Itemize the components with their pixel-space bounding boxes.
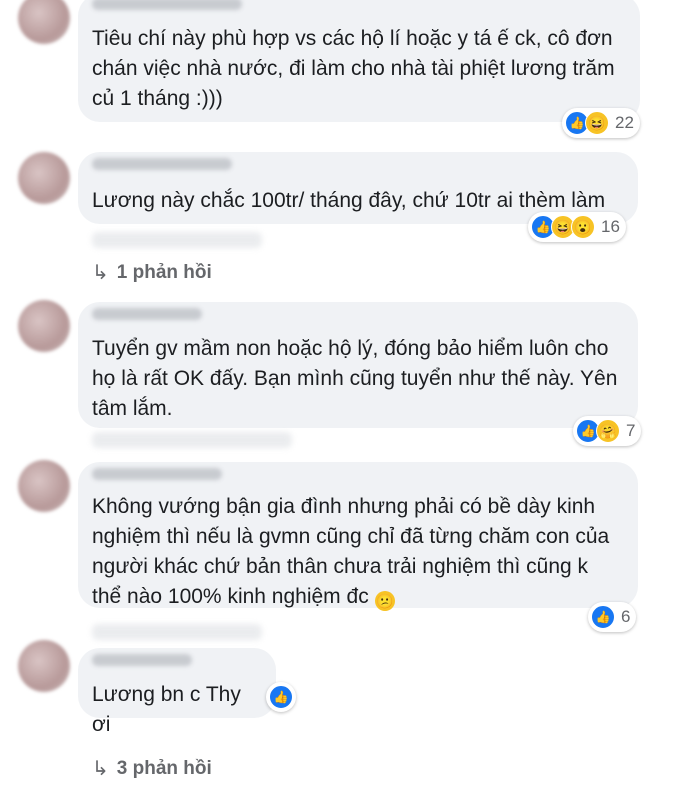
author-name[interactable] [92,158,232,170]
author-name[interactable] [92,654,192,666]
comment-actions[interactable] [92,432,292,448]
reaction-summary[interactable]: 👍 6 [588,602,637,632]
comment-bubble: Tuyển gv mầm non hoặc hộ lý, đóng bảo hi… [78,302,638,428]
haha-icon: 😆 [585,111,609,135]
comment-text: Tuyển gv mầm non hoặc hộ lý, đóng bảo hi… [92,337,618,420]
like-icon: 👍 [269,685,293,709]
reaction-count: 7 [626,421,636,440]
avatar[interactable] [18,460,70,512]
author-name[interactable] [92,0,242,10]
author-name[interactable] [92,308,202,320]
avatar[interactable] [18,152,70,204]
confused-face-icon: 😕 [374,591,395,611]
reaction-count: 6 [621,607,631,626]
avatar[interactable] [18,300,70,352]
comment-text: Tiêu chí này phù hợp vs các hộ lí hoặc y… [92,27,615,110]
reaction-summary[interactable]: 👍 😆 22 [562,108,640,138]
avatar[interactable] [18,640,70,692]
like-icon: 👍 [591,605,615,629]
comment-bubble: Lương bn c Thy ơi [78,648,276,736]
care-icon: 🤗 [596,419,620,443]
view-replies-link[interactable]: ↳ 3 phản hồi [92,756,212,781]
reaction-summary[interactable]: 👍 [266,682,296,712]
comment-actions[interactable] [92,232,262,248]
replies-label: 1 phản hồi [116,261,212,283]
reaction-summary[interactable]: 👍 🤗 7 [573,416,642,446]
comment-actions[interactable] [92,624,262,640]
reaction-summary[interactable]: 👍 😆 😮 16 [528,212,626,242]
reply-arrow-icon: ↳ [92,758,109,780]
author-name[interactable] [92,468,222,480]
comment-text-body: Không vướng bận gia đình nhưng phải có b… [92,495,610,608]
replies-label: 3 phản hồi [116,757,212,779]
reaction-count: 22 [615,113,634,132]
avatar[interactable] [18,0,70,44]
wow-icon: 😮 [571,215,595,239]
comment-text: Lương bn c Thy ơi [92,683,241,736]
reply-arrow-icon: ↳ [92,262,109,284]
reaction-count: 16 [601,217,620,236]
comment-bubble: Không vướng bận gia đình nhưng phải có b… [78,462,638,611]
comment-text: Không vướng bận gia đình nhưng phải có b… [92,492,618,612]
comment-bubble: Tiêu chí này phù hợp vs các hộ lí hoặc y… [78,0,640,122]
view-replies-link[interactable]: ↳ 1 phản hồi [92,260,212,285]
